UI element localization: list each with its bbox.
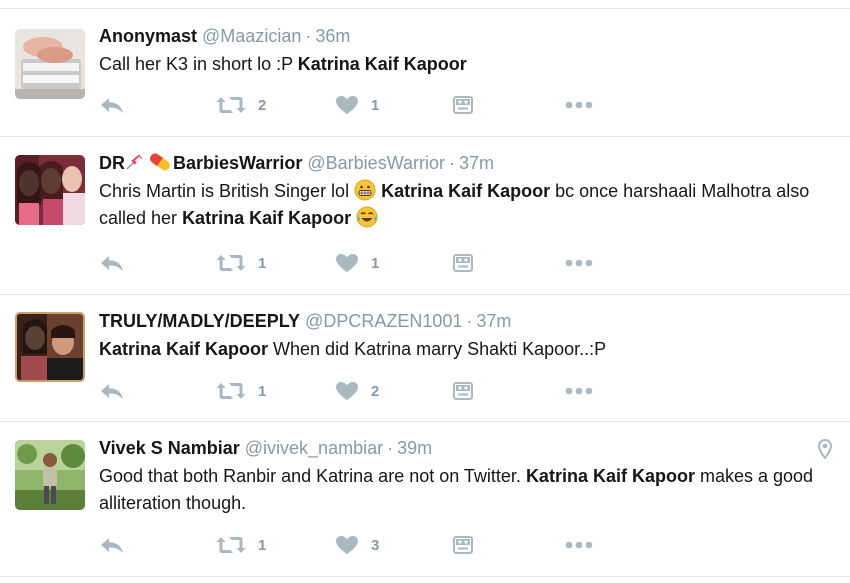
heart-icon [336,96,358,114]
tweet-timestamp[interactable]: 36m [315,26,350,46]
direct-message-button[interactable] [453,379,473,403]
retweet-count: 1 [258,254,267,272]
direct-message-button[interactable] [453,533,473,557]
like-count: 3 [371,536,380,554]
tweet-header: Anonymast @Maazician · 36m [99,26,351,46]
tweet-header: Vivek S Nambiar @ivivek_nambiar · 39m [99,438,433,458]
hashtag-phrase[interactable]: Katrina Kaif Kapoor [526,466,695,486]
display-name[interactable]: Vivek S Nambiar [99,438,240,458]
more-button[interactable] [565,379,593,403]
avatar[interactable] [15,155,85,225]
display-name[interactable]: TRULY/MADLY/DEEPLY [99,311,300,331]
hashtag-phrase[interactable]: Katrina Kaif Kapoor [99,339,268,359]
reply-button[interactable] [99,93,125,117]
retweet-button[interactable]: 1 [216,251,266,275]
display-name[interactable]: DR BarbiesWarrior [99,153,302,173]
tweet-text: Katrina Kaif Kapoor When did Katrina mar… [99,339,607,359]
user-handle[interactable]: @ivivek_nambiar [245,438,383,458]
direct-message-button[interactable] [453,93,473,117]
tweet-header: TRULY/MADLY/DEEPLY @DPCRAZEN1001 · 37m [99,311,512,331]
reply-button[interactable] [99,251,125,275]
retweet-button[interactable]: 1 [216,379,266,403]
tweet-text: Chris Martin is British Singer lol Katri… [99,179,810,228]
tweet-text: Good that both Ranbir and Katrina are no… [99,466,814,513]
more-icon [565,101,593,109]
reply-icon [101,538,123,553]
hashtag-phrase[interactable]: Katrina Kaif Kapoor [182,208,351,228]
reply-icon [101,98,123,113]
direct-message-icon [453,536,473,554]
separator [0,8,850,9]
user-handle[interactable]: @Maazician [202,26,301,46]
separator [0,136,850,137]
like-button[interactable]: 1 [335,251,379,275]
grin-emoji-icon [354,179,376,201]
more-icon [565,387,593,395]
like-button[interactable]: 2 [335,379,379,403]
reply-icon [101,384,123,399]
separator [0,294,850,295]
more-button[interactable] [565,251,593,275]
separator [0,576,850,577]
display-name[interactable]: Anonymast [99,26,197,46]
syringe-emoji-icon [126,154,143,170]
retweet-count: 2 [258,96,267,114]
user-handle[interactable]: @DPCRAZEN1001 [305,311,462,331]
hashtag-phrase[interactable]: Katrina Kaif Kapoor [298,54,467,74]
more-icon [565,541,593,549]
retweet-icon [216,255,246,271]
pill-emoji-icon [150,153,170,171]
location-pin-icon[interactable] [817,438,833,464]
more-button[interactable] [565,93,593,117]
tweet-header: DR BarbiesWarrior @BarbiesWarrior · 37m [99,153,495,173]
direct-message-icon [453,254,473,272]
heart-icon [336,254,358,272]
like-count: 1 [371,254,380,272]
tears-of-joy-emoji-icon [356,206,378,228]
like-count: 2 [371,382,380,400]
reply-button[interactable] [99,379,125,403]
more-icon [565,259,593,267]
retweet-button[interactable]: 2 [216,93,266,117]
more-button[interactable] [565,533,593,557]
tweet-text: Call her K3 in short lo :P Katrina Kaif … [99,54,467,74]
like-button[interactable]: 3 [335,533,379,557]
reply-button[interactable] [99,533,125,557]
like-button[interactable]: 1 [335,93,379,117]
avatar[interactable] [15,312,85,382]
user-handle[interactable]: @BarbiesWarrior [307,153,445,173]
heart-icon [336,382,358,400]
direct-message-icon [453,96,473,114]
retweet-icon [216,537,246,553]
direct-message-button[interactable] [453,251,473,275]
retweet-icon [216,383,246,399]
avatar[interactable] [15,440,85,510]
tweet-timestamp[interactable]: 37m [459,153,494,173]
tweet-feed: Anonymast @Maazician · 36m Call her K3 in … [0,0,850,583]
tweet-timestamp[interactable]: 39m [397,438,432,458]
like-count: 1 [371,96,380,114]
retweet-button[interactable]: 1 [216,533,266,557]
heart-icon [336,536,358,554]
retweet-count: 1 [258,382,267,400]
separator [0,421,850,422]
retweet-count: 1 [258,536,267,554]
reply-icon [101,256,123,271]
tweet-timestamp[interactable]: 37m [476,311,511,331]
direct-message-icon [453,382,473,400]
retweet-icon [216,97,246,113]
hashtag-phrase[interactable]: Katrina Kaif Kapoor [381,181,550,201]
avatar[interactable] [15,29,85,99]
